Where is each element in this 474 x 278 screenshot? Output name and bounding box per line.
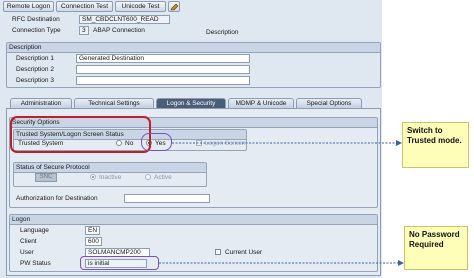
- no-password-callout: No Password Required: [404, 226, 468, 270]
- trusted-mode-callout: Switch to Trusted mode.: [402, 122, 469, 168]
